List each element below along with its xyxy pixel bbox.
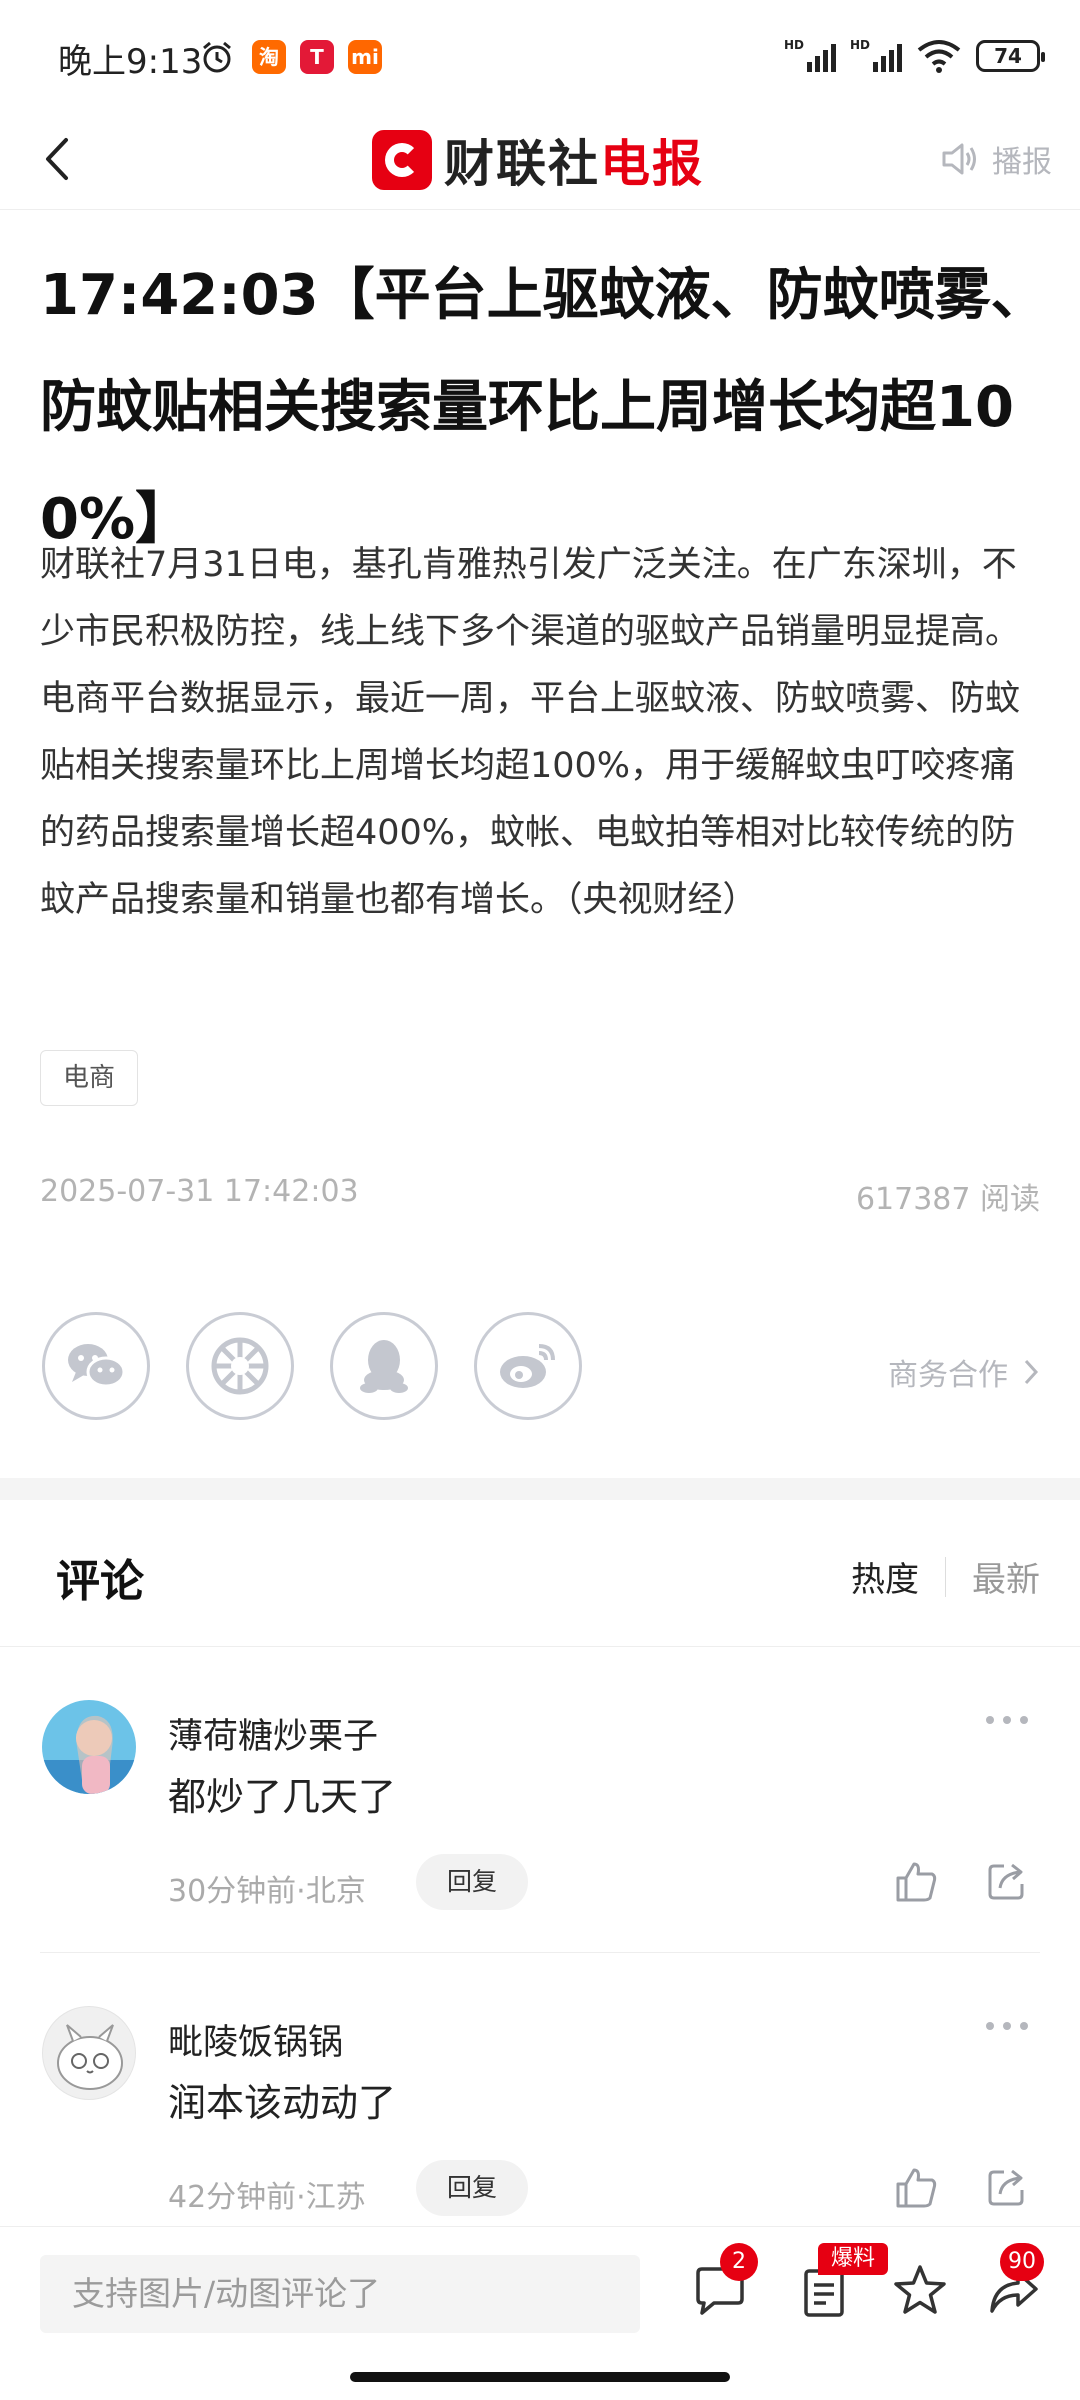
logo-text-red: 电报 <box>600 135 704 193</box>
signal-icon: HD <box>850 38 902 74</box>
logo-text: 财联社 <box>444 135 600 193</box>
status-time: 晚上9:13 <box>58 42 203 82</box>
sort-new-tab[interactable]: 最新 <box>972 1552 1040 1601</box>
tesla-icon: T <box>300 40 334 74</box>
weibo-share-button[interactable] <box>474 1312 582 1420</box>
weibo-icon <box>500 1344 555 1388</box>
status-bar: 晚上9:13 淘 T mi HD HD 74 <box>0 0 1080 110</box>
article-datetime: 2025-07-31 17:42:03 <box>40 1174 359 1209</box>
business-coop-link[interactable]: 商务合作 <box>888 1350 1040 1394</box>
share-count-badge: 90 <box>1000 2243 1044 2281</box>
comments-title: 评论 <box>56 1556 144 1607</box>
wifi-icon <box>917 40 961 73</box>
reply-button[interactable]: 回复 <box>416 2160 528 2216</box>
article-headline: 17:42:03【平台上驱蚊液、防蚊喷雾、防蚊贴相关搜索量环比上周增长均超100… <box>40 263 1047 552</box>
business-label: 商务合作 <box>888 1358 1008 1393</box>
share-icon[interactable] <box>986 2166 1028 2208</box>
cls-logo: 财联社 电报 <box>372 120 704 200</box>
thumbs-up-icon[interactable] <box>894 1860 938 1904</box>
signal-icon: HD <box>784 38 836 74</box>
comment-text: 都炒了几天了 <box>168 1775 397 1819</box>
comment-text: 润本该动动了 <box>168 2081 397 2125</box>
more-icon[interactable] <box>982 2018 1032 2034</box>
comment-sort: 热度 最新 <box>851 1552 1040 1601</box>
back-icon[interactable] <box>34 134 84 184</box>
wechat-icon <box>68 1344 126 1388</box>
qq-share-button[interactable] <box>330 1312 438 1420</box>
comment-item: 薄荷糖炒栗子 都炒了几天了 30分钟前·北京 回复 <box>0 1700 1080 2000</box>
broadcast-label: 播报 <box>992 145 1052 180</box>
article-body: 财联社7月31日电，基孔肯雅热引发广泛关注。在广东深圳，不少市民积极防控，线上线… <box>40 545 1021 920</box>
avatar[interactable] <box>42 1700 136 1794</box>
alarm-icon <box>203 41 231 73</box>
thumbs-up-icon[interactable] <box>894 2166 938 2210</box>
sort-hot-tab[interactable]: 热度 <box>851 1552 919 1601</box>
avatar[interactable] <box>42 2006 136 2100</box>
comments-divider <box>0 1646 1080 1647</box>
sort-separator <box>945 1556 946 1597</box>
section-divider <box>0 1478 1080 1500</box>
comment-meta: 30分钟前·北京 <box>168 1874 366 1909</box>
moments-share-button[interactable] <box>186 1312 294 1420</box>
more-icon[interactable] <box>982 1712 1032 1728</box>
comment-meta: 42分钟前·江苏 <box>168 2180 366 2215</box>
share-row <box>42 1312 582 1420</box>
comment-username[interactable]: 毗陵饭锅锅 <box>168 2014 343 2065</box>
comment-divider <box>40 1952 1040 1953</box>
broadcast-button[interactable]: 播报 <box>940 134 1052 184</box>
read-count: 617387 阅读 <box>855 1182 1040 1217</box>
status-indicators: HD HD 74 <box>784 36 1045 76</box>
moments-icon <box>211 1337 269 1395</box>
battery-icon: 74 <box>976 40 1045 72</box>
qq-icon <box>360 1340 408 1393</box>
comment-input[interactable]: 支持图片/动图评论了 <box>40 2255 640 2333</box>
star-icon[interactable] <box>890 2261 950 2321</box>
comment-username[interactable]: 薄荷糖炒栗子 <box>168 1708 378 1759</box>
reply-button[interactable]: 回复 <box>416 1854 528 1910</box>
share-icon[interactable] <box>986 1860 1028 1902</box>
mi-icon: mi <box>348 40 382 74</box>
logo-mark-icon <box>372 130 432 190</box>
comment-count-badge: 2 <box>720 2243 758 2281</box>
chevron-right-icon <box>1024 1359 1039 1385</box>
article-tag[interactable]: 电商 <box>40 1050 139 1106</box>
home-indicator[interactable] <box>350 2372 730 2382</box>
taobao-icon: 淘 <box>252 40 286 74</box>
top-nav: 财联社 电报 播报 <box>0 110 1080 210</box>
speaker-icon <box>942 143 976 175</box>
wechat-share-button[interactable] <box>42 1312 150 1420</box>
baoliao-badge: 爆料 <box>818 2243 888 2275</box>
